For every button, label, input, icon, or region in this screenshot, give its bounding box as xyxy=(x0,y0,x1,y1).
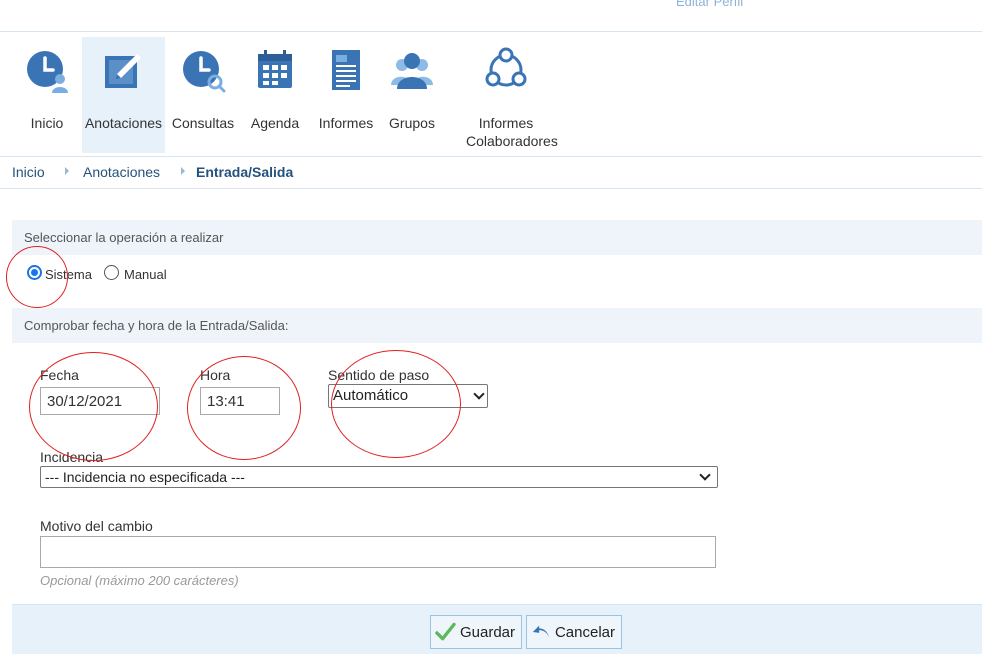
radio-manual-label[interactable]: Manual xyxy=(124,267,167,282)
annotation-circle-sentido xyxy=(331,350,461,458)
breadcrumb-separator-icon xyxy=(181,167,185,175)
nav-item-informes-colaboradores[interactable]: Informes Colaboradores xyxy=(446,37,566,153)
motivo-input[interactable] xyxy=(40,536,716,568)
breadcrumb-current: Entrada/Salida xyxy=(196,164,294,180)
chevron-down-icon xyxy=(473,388,485,400)
nav-label-consultas: Consultas xyxy=(171,115,235,131)
breadcrumb-divider-top xyxy=(0,156,982,157)
nav-label-informes: Informes xyxy=(318,115,374,131)
incidencia-select[interactable]: --- Incidencia no especificada --- xyxy=(40,466,718,488)
nav-item-informes[interactable]: Informes xyxy=(312,37,380,153)
nav-label-agenda: Agenda xyxy=(250,115,300,131)
cancel-button-label: Cancelar xyxy=(554,623,615,641)
clock-search-icon xyxy=(183,51,226,93)
nav-label-grupos: Grupos xyxy=(389,115,435,131)
chevron-down-icon xyxy=(699,469,711,481)
save-button[interactable]: Guardar xyxy=(430,615,522,649)
undo-arrow-icon xyxy=(532,625,550,638)
edit-profile-link[interactable]: Editar Perfil xyxy=(676,0,743,9)
users-icon xyxy=(391,53,433,89)
nav-item-inicio[interactable]: Inicio xyxy=(12,37,82,153)
document-icon xyxy=(332,50,360,90)
clock-user-icon xyxy=(27,51,68,93)
annotation-circle-sistema xyxy=(6,246,68,308)
save-button-label: Guardar xyxy=(459,623,515,641)
breadcrumb-divider-bottom xyxy=(0,188,982,189)
cancel-button[interactable]: Cancelar xyxy=(526,615,622,649)
nav-item-consultas[interactable]: Consultas xyxy=(168,37,238,153)
incidencia-select-value: --- Incidencia no especificada --- xyxy=(45,469,245,485)
nav-item-agenda[interactable]: Agenda xyxy=(242,37,308,153)
header-divider xyxy=(0,31,982,32)
annotation-circle-hora xyxy=(187,356,301,460)
breadcrumb-separator-icon xyxy=(65,167,69,175)
checkmark-icon xyxy=(435,622,456,641)
motivo-hint: Opcional (máximo 200 carácteres) xyxy=(40,573,239,588)
calendar-icon xyxy=(258,50,292,88)
breadcrumb-anotaciones[interactable]: Anotaciones xyxy=(83,164,160,180)
edit-note-icon xyxy=(104,54,141,88)
nav-label-anotaciones: Anotaciones xyxy=(84,115,163,131)
nav-item-grupos[interactable]: Grupos xyxy=(380,37,444,153)
motivo-label: Motivo del cambio xyxy=(40,518,153,534)
network-icon xyxy=(485,47,527,87)
breadcrumb-inicio[interactable]: Inicio xyxy=(12,164,45,180)
annotation-circle-fecha xyxy=(29,352,158,461)
nav-label-informes-colaboradores: Informes Colaboradores xyxy=(466,115,558,149)
radio-manual[interactable] xyxy=(104,265,119,280)
datetime-heading: Comprobar fecha y hora de la Entrada/Sal… xyxy=(12,308,982,343)
nav-label-inicio: Inicio xyxy=(30,115,64,131)
operation-heading: Seleccionar la operación a realizar xyxy=(12,220,982,255)
nav-item-anotaciones[interactable]: Anotaciones xyxy=(82,37,165,153)
